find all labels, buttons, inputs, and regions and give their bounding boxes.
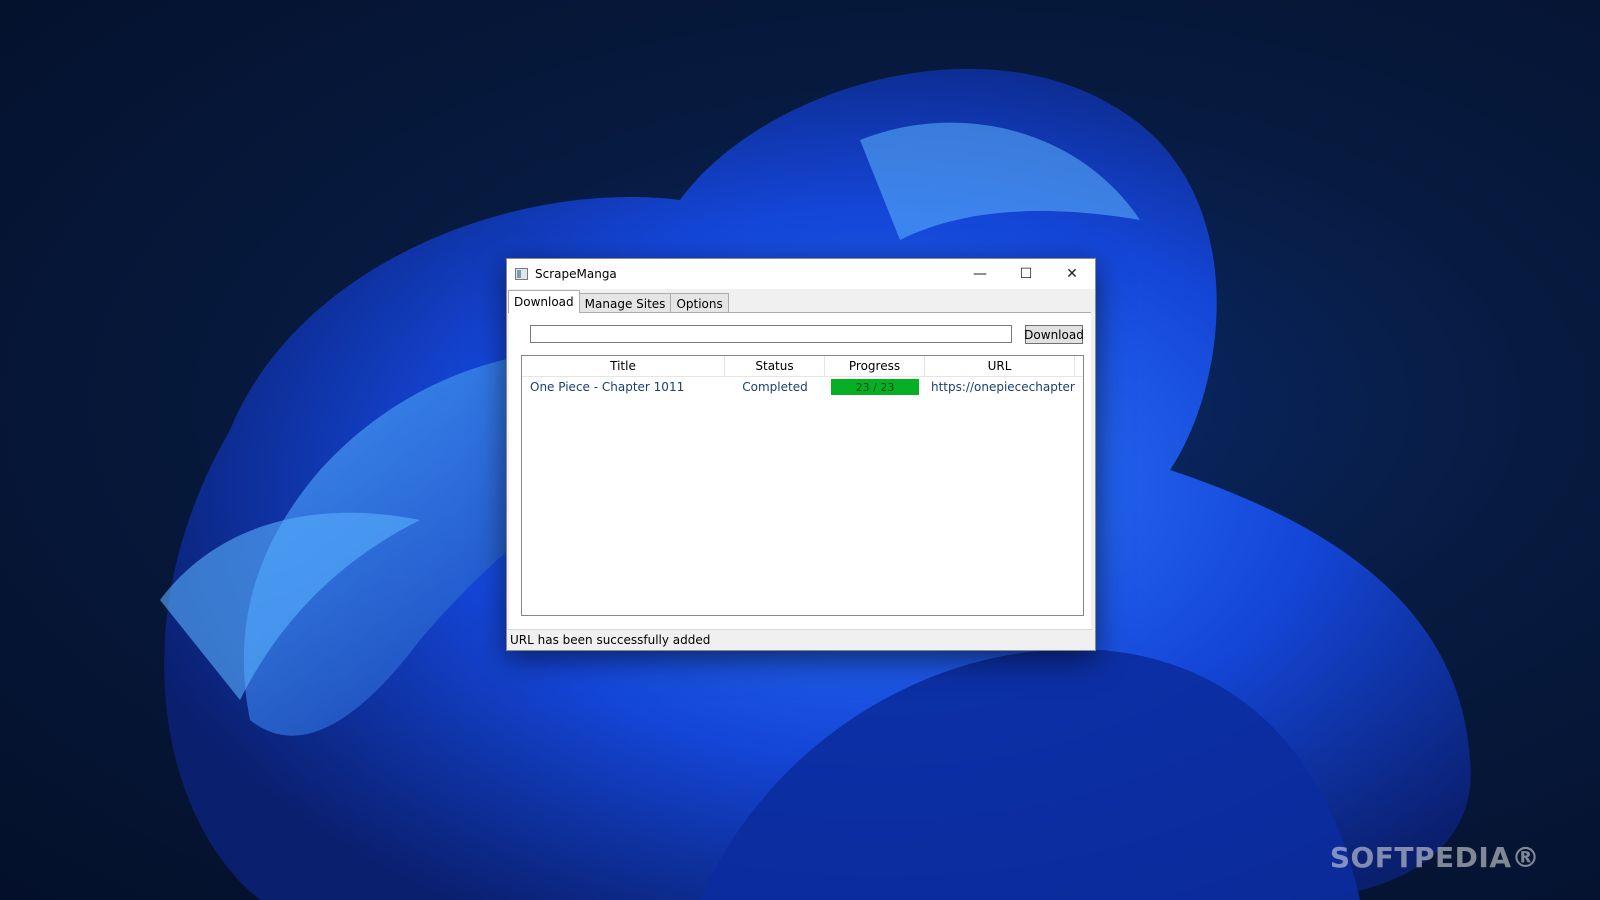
tab-download[interactable]: Download (508, 290, 580, 313)
minimize-icon: — (973, 266, 987, 282)
window-title: ScrapeManga (535, 267, 617, 281)
column-header-url[interactable]: URL (925, 356, 1075, 376)
download-button[interactable]: Download (1024, 325, 1084, 344)
tab-strip: Download Manage Sites Options (508, 290, 729, 313)
maximize-button[interactable]: ☐ (1003, 259, 1049, 289)
title-bar[interactable]: ScrapeManga — ☐ ✕ (507, 259, 1095, 289)
tab-options[interactable]: Options (670, 293, 729, 313)
tab-manage-sites[interactable]: Manage Sites (578, 293, 672, 313)
progress-text: 23 / 23 (855, 380, 895, 394)
column-header-progress[interactable]: Progress (825, 356, 925, 376)
item-title: One Piece - Chapter 1011 (530, 380, 685, 394)
maximize-icon: ☐ (1019, 266, 1033, 282)
caption-buttons: — ☐ ✕ (957, 259, 1095, 289)
close-icon: ✕ (1066, 266, 1078, 282)
app-window-icon (515, 268, 528, 280)
column-header-status[interactable]: Status (725, 356, 825, 376)
status-message: URL has been successfully added (510, 633, 711, 647)
progress-bar: 23 / 23 (831, 379, 919, 395)
download-panel: Download Title Status Progress URL One P… (509, 312, 1091, 629)
close-button[interactable]: ✕ (1049, 259, 1095, 289)
minimize-button[interactable]: — (957, 259, 1003, 289)
url-input[interactable] (530, 325, 1012, 343)
status-bar: URL has been successfully added (507, 629, 1093, 650)
item-progress: 23 / 23 (825, 377, 925, 397)
item-status: Completed (742, 380, 808, 394)
downloads-list[interactable]: Title Status Progress URL One Piece - Ch… (521, 355, 1084, 616)
column-header-title[interactable]: Title (522, 356, 725, 376)
app-window: ScrapeManga — ☐ ✕ Download Manage Sites … (506, 258, 1096, 651)
softpedia-watermark: SOFTPEDIA® (1329, 841, 1540, 874)
item-url: https://onepiecechapter... (931, 380, 1075, 394)
list-item[interactable]: One Piece - Chapter 1011 Completed 23 / … (522, 377, 1083, 397)
list-header: Title Status Progress URL (522, 356, 1083, 377)
